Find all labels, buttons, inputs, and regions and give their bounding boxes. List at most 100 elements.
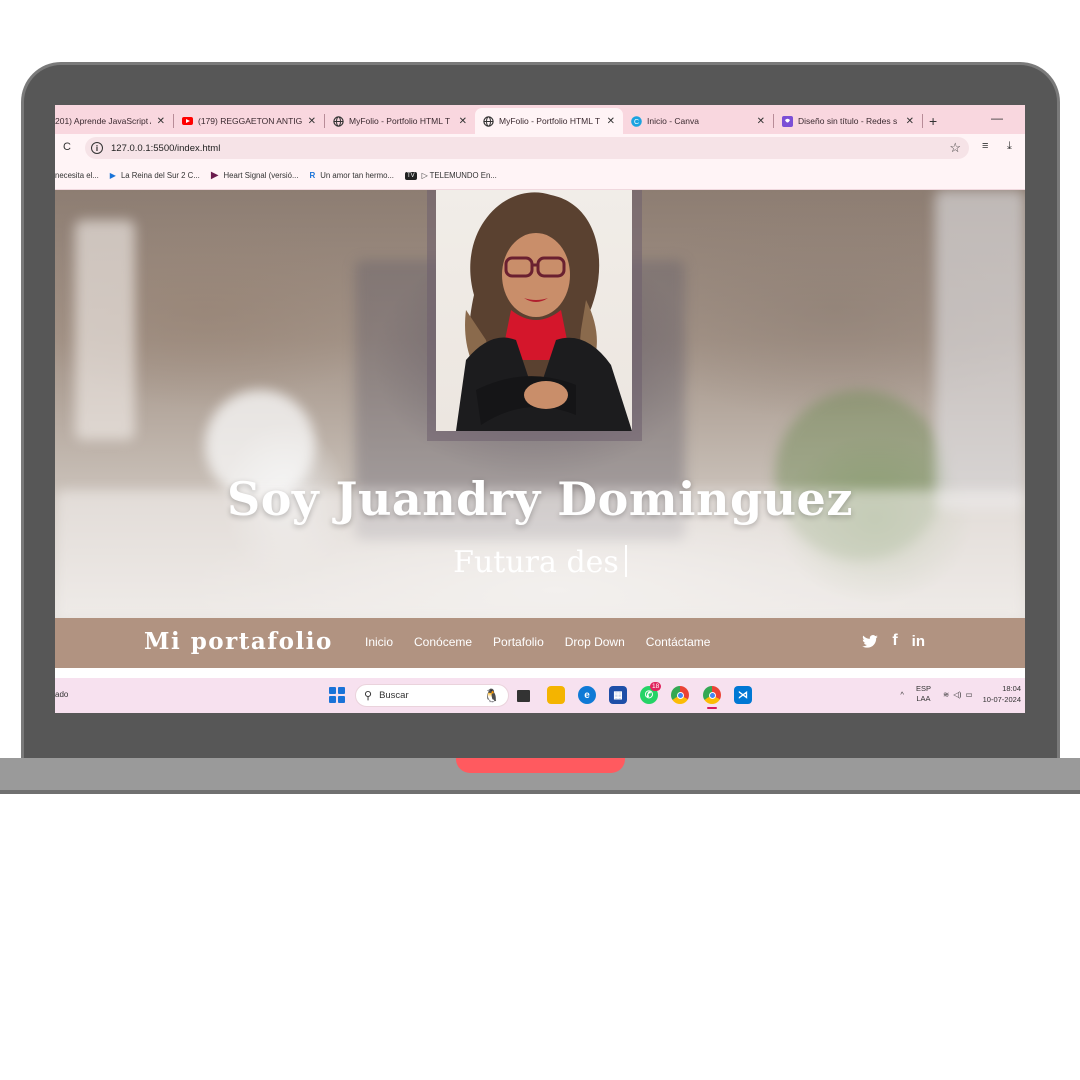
hero-section: Soy Juandry Dominguez Futura des (55, 190, 1025, 618)
canva-icon: C (631, 115, 642, 127)
hero-subtitle: Futura des (55, 545, 1025, 580)
bookmark-label: ▷ TELEMUNDO En... (421, 171, 497, 180)
close-icon[interactable]: ✕ (459, 116, 467, 127)
tab-title: 201) Aprende JavaScript A (55, 116, 151, 126)
page-bottom-strip (55, 668, 1025, 678)
bookmark-label: necesita el... (55, 171, 99, 180)
social-links: f in (848, 632, 925, 650)
whatsapp-badge: 18 (650, 682, 662, 691)
tv-icon: TV (404, 171, 417, 180)
globe-icon (483, 115, 494, 127)
star-icon[interactable]: ☆ (949, 140, 961, 156)
play-icon: ▶ (210, 170, 219, 181)
hero-title: Soy Juandry Dominguez (227, 472, 853, 526)
clock-date: 10-07-2024 (982, 695, 1021, 704)
chevron-up-icon[interactable]: ^ (900, 690, 904, 699)
search-highlight-icon: 🐧 (483, 688, 500, 703)
tab-separator (922, 114, 923, 128)
close-icon[interactable]: ✕ (157, 116, 165, 127)
bookmark-label: La Reina del Sur 2 C... (120, 171, 200, 180)
lang-layout: LAA (916, 694, 931, 703)
clock-time: 18:04 (1002, 684, 1021, 693)
search-icon: ⚲ (364, 690, 373, 702)
tab-canva[interactable]: C Inicio - Canva ✕ (623, 108, 773, 134)
site-navbar: Mi portafolio Inicio Conóceme Portafolio… (55, 618, 1025, 668)
lang-code: ESP (915, 684, 931, 693)
youtube-icon (182, 116, 193, 127)
search-placeholder: Buscar (379, 690, 409, 701)
file-explorer-icon[interactable] (547, 686, 565, 704)
play-icon: ▶ (109, 171, 116, 180)
tab-title: Inicio - Canva (647, 116, 699, 126)
laptop-notch (456, 758, 625, 773)
minimize-button[interactable]: — (991, 111, 1003, 125)
close-icon[interactable]: ✕ (607, 116, 615, 127)
close-icon[interactable]: ✕ (906, 116, 914, 127)
address-bar[interactable]: i 127.0.0.1:5500/index.html ☆ (85, 137, 969, 159)
typed-text: Futura des (453, 545, 619, 580)
wifi-icon[interactable]: ≋ (943, 690, 949, 699)
close-icon[interactable]: ✕ (308, 116, 316, 127)
nav-link-portafolio[interactable]: Portafolio (493, 635, 544, 649)
linkedin-icon[interactable]: in (912, 633, 925, 650)
canva-design-icon (782, 115, 793, 127)
bookmarks-bar: necesita el... ▶ La Reina del Sur 2 C...… (55, 162, 1025, 190)
tab-myfolio-1[interactable]: MyFolio - Portfolio HTML T ✕ (325, 108, 475, 134)
bookmark-item[interactable]: ▶ Heart Signal (versió... (211, 170, 299, 181)
store-icon[interactable]: ▦ (609, 686, 627, 704)
nav-link-inicio[interactable]: Inicio (365, 635, 393, 649)
tab-title: Diseño sin título - Redes s (798, 116, 898, 126)
tab-javascript[interactable]: 201) Aprende JavaScript A ✕ (55, 108, 173, 134)
chrome-profile-icon[interactable] (703, 686, 721, 704)
tab-myfolio-active[interactable]: MyFolio - Portfolio HTML T ✕ (475, 108, 623, 134)
tab-reggaeton[interactable]: (179) REGGAETON ANTIGU ✕ (174, 108, 324, 134)
new-tab-button[interactable]: + (929, 108, 937, 134)
taskbar-search[interactable]: ⚲ Buscar 🐧 (355, 684, 509, 707)
laptop-screen: 201) Aprende JavaScript A ✕ (179) REGGAE… (55, 105, 1025, 713)
chrome-icon[interactable] (671, 686, 689, 704)
bookmark-item[interactable]: R Un amor tan hermo... (310, 171, 394, 180)
typing-cursor (624, 545, 627, 577)
tab-strip: 201) Aprende JavaScript A ✕ (179) REGGAE… (55, 105, 1025, 134)
language-indicator[interactable]: ESP LAA (916, 684, 931, 704)
nav-links: Inicio Conóceme Portafolio Drop Down Con… (365, 635, 731, 649)
svg-text:C: C (634, 119, 639, 126)
tab-canva-design[interactable]: Diseño sin título - Redes s ✕ (774, 108, 922, 134)
clock[interactable]: 18:04 10-07-2024 (983, 683, 1021, 705)
bookmark-label: Heart Signal (versió... (223, 171, 299, 180)
background-shape (935, 190, 1025, 510)
twitter-icon[interactable] (862, 634, 879, 648)
nav-link-dropdown[interactable]: Drop Down (565, 635, 625, 649)
facebook-icon[interactable]: f (892, 632, 897, 650)
tab-title: MyFolio - Portfolio HTML T (499, 116, 601, 126)
bookmark-item[interactable]: necesita el... (55, 171, 99, 180)
tab-title: MyFolio - Portfolio HTML T (349, 116, 451, 126)
profile-photo (436, 190, 632, 431)
url-text: 127.0.0.1:5500/index.html (111, 142, 221, 154)
windows-taskbar: ado ⚲ Buscar 🐧 e ▦ ✆ 18 ⋊ ^ ESP LAA ≋ ◁)… (55, 678, 1025, 713)
r-logo-icon: R (309, 171, 316, 180)
globe-icon (333, 115, 344, 127)
battery-icon[interactable]: ▭ (966, 690, 973, 699)
nav-link-contactame[interactable]: Contáctame (646, 635, 711, 649)
tab-title: (179) REGGAETON ANTIGU (198, 116, 302, 126)
bookmark-item[interactable]: TV ▷ TELEMUNDO En... (404, 171, 497, 180)
volume-icon[interactable]: ◁) (953, 690, 961, 699)
close-icon[interactable]: ✕ (757, 116, 765, 127)
windows-start-icon[interactable] (329, 687, 345, 703)
edge-icon[interactable]: e (578, 686, 596, 704)
reload-icon[interactable]: C (55, 141, 79, 153)
active-app-indicator (707, 707, 717, 709)
site-brand[interactable]: Mi portafolio (144, 628, 333, 655)
vscode-icon[interactable]: ⋊ (734, 686, 752, 704)
bookmark-label: Un amor tan hermo... (320, 171, 394, 180)
download-icon[interactable]: ⤓ (1007, 140, 1012, 153)
background-shape (75, 220, 135, 440)
nav-link-conoceme[interactable]: Conóceme (414, 635, 472, 649)
info-icon[interactable]: i (91, 142, 103, 154)
browser-toolbar: C i 127.0.0.1:5500/index.html ☆ ≡ ⤓ (55, 134, 1025, 162)
task-view-icon[interactable] (517, 690, 530, 702)
reading-list-icon[interactable]: ≡ (982, 140, 988, 152)
taskbar-left-text: ado (55, 690, 69, 699)
bookmark-item[interactable]: ▶ La Reina del Sur 2 C... (110, 171, 200, 180)
